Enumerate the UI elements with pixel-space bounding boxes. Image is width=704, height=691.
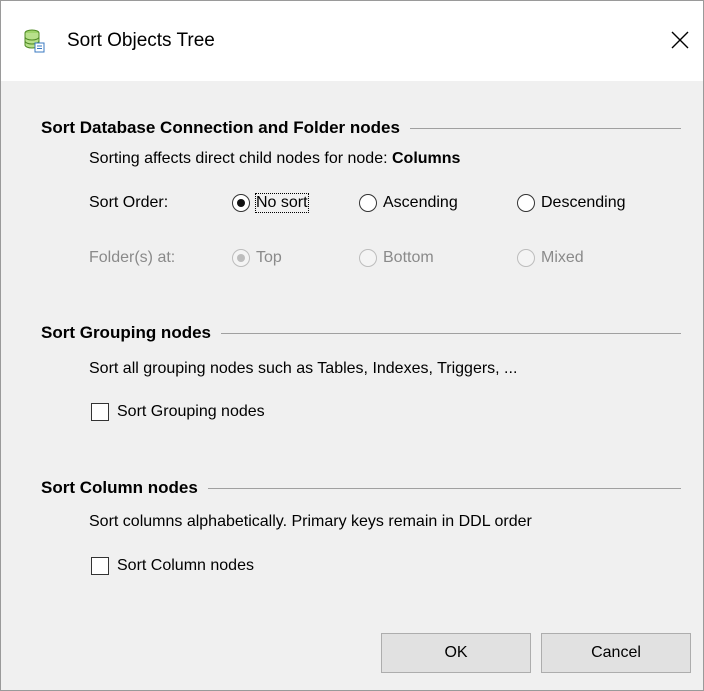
radio-label: Bottom [383,249,434,266]
radio-circle[interactable] [232,194,250,212]
radio-label: Mixed [541,249,584,266]
radio-ascending[interactable]: Ascending [359,194,458,212]
description-prefix: Sorting affects direct child nodes for n… [89,150,392,167]
folders-at-label: Folder(s) at: [89,249,176,266]
connection-section-header: Sort Database Connection and Folder node… [41,116,681,140]
radio-folders-mixed[interactable]: Mixed [517,249,584,267]
radio-circle[interactable] [517,249,535,267]
checkbox-label: Sort Column nodes [117,557,254,574]
radio-circle[interactable] [232,249,250,267]
section-divider [221,332,681,334]
sort-grouping-nodes-checkbox[interactable]: Sort Grouping nodes [91,403,265,421]
close-icon [671,31,689,49]
radio-circle[interactable] [359,194,377,212]
sort-objects-tree-dialog: Sort Objects Tree Sort Database Connecti… [0,0,704,691]
radio-descending[interactable]: Descending [517,194,626,212]
radio-label: Descending [541,194,626,211]
checkbox-label: Sort Grouping nodes [117,403,265,420]
grouping-description: Sort all grouping nodes such as Tables, … [89,360,518,377]
connection-description: Sorting affects direct child nodes for n… [89,150,460,168]
radio-label: Ascending [383,194,458,211]
grouping-section-header: Sort Grouping nodes [41,321,681,345]
dialog-title: Sort Objects Tree [67,30,215,51]
cancel-button[interactable]: Cancel [541,633,691,673]
database-tree-icon [23,29,45,53]
sort-column-nodes-checkbox[interactable]: Sort Column nodes [91,557,254,575]
column-description: Sort columns alphabetically. Primary key… [89,513,532,530]
ok-button[interactable]: OK [381,633,531,673]
radio-circle[interactable] [517,194,535,212]
radio-label: No sort [255,193,309,213]
radio-label: Top [256,249,282,266]
section-divider [207,487,681,489]
checkbox-box[interactable] [91,557,109,575]
connection-section-title: Sort Database Connection and Folder node… [41,118,400,137]
column-section-header: Sort Column nodes [41,476,681,500]
section-divider [409,127,681,129]
close-button[interactable] [657,17,703,63]
column-section-title: Sort Column nodes [41,478,198,497]
description-node-name: Columns [392,150,461,167]
radio-folders-top[interactable]: Top [232,249,282,267]
radio-no-sort[interactable]: No sort [232,193,309,213]
radio-circle[interactable] [359,249,377,267]
radio-folders-bottom[interactable]: Bottom [359,249,434,267]
grouping-section-title: Sort Grouping nodes [41,323,211,342]
sort-order-label: Sort Order: [89,194,169,211]
title-bar: Sort Objects Tree [1,1,703,81]
checkbox-box[interactable] [91,403,109,421]
